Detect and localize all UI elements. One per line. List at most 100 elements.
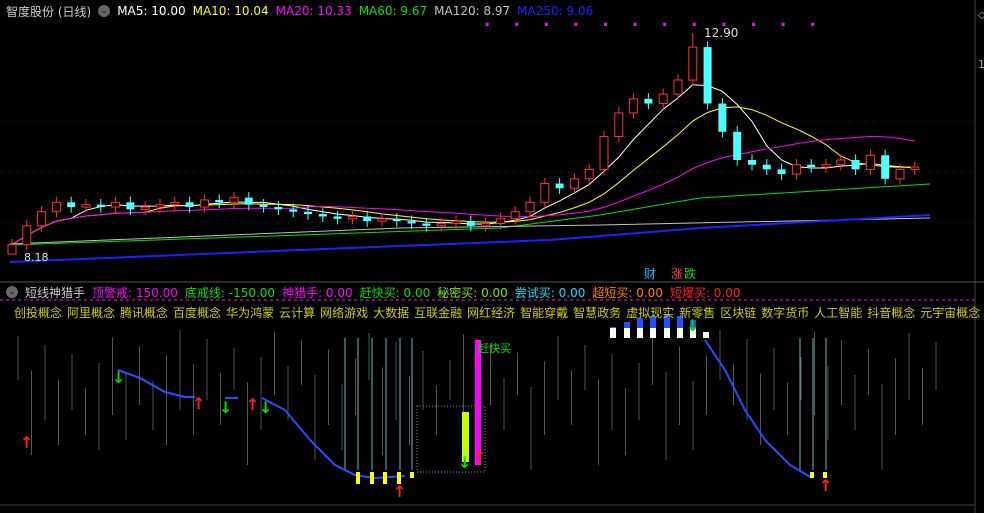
svg-text:↓: ↓ <box>259 398 272 417</box>
concept-tag[interactable]: 虚拟现实 <box>626 304 674 321</box>
indicator-value: 底戒线: -150.00 <box>184 285 276 300</box>
candle-body <box>644 98 653 104</box>
candle-body <box>126 202 135 210</box>
indicator-title: 短线神猎手 <box>25 285 86 300</box>
concept-tag[interactable]: 互联金融 <box>414 304 462 321</box>
concept-tag[interactable]: 抖音概念 <box>867 304 915 321</box>
indicator-header: ⌄ 短线神猎手 顶警戒: 150.00 底戒线: -150.00 神猎手: 0.00… <box>6 283 741 301</box>
svg-text:↑: ↑ <box>393 482 406 501</box>
signal-dot <box>811 23 815 26</box>
concept-tag[interactable]: 创投概念 <box>14 304 62 321</box>
concept-tag[interactable]: 区块链 <box>720 304 756 321</box>
candle-body <box>718 103 727 132</box>
chart-canvas[interactable]: ◇ 12 12.90 8.18 财 涨 跌 ↑↓ ↑↓ ↑↓ ↑↓ ↑↓ ↑ 赶… <box>0 0 984 513</box>
candle-body <box>81 204 91 208</box>
signal-dot <box>692 23 696 26</box>
candle-body <box>733 131 742 160</box>
concept-tag[interactable]: 网络游戏 <box>320 304 368 321</box>
svg-text:↑: ↑ <box>819 476 832 495</box>
signal-dot <box>604 23 607 26</box>
concept-tag[interactable]: 智慧政务 <box>573 304 621 321</box>
candle-body <box>259 204 268 208</box>
candle-body <box>347 215 357 220</box>
signal-dot <box>633 23 637 26</box>
indicator-bar <box>624 328 630 338</box>
chevron-down-icon[interactable]: ⌄ <box>6 286 18 298</box>
signal-dot <box>781 23 785 26</box>
candle-body <box>304 211 312 215</box>
indicator-value: 尝试买: 0.00 <box>514 285 586 300</box>
candle-body <box>140 206 150 210</box>
candle-body <box>599 135 609 170</box>
ma20-line <box>11 135 915 246</box>
candle-body <box>895 168 905 180</box>
candle-body <box>289 209 298 212</box>
candle-body <box>865 154 875 170</box>
concept-tag[interactable]: 云计算 <box>279 304 315 321</box>
concept-tag[interactable]: 数字货币 <box>761 304 809 321</box>
buy-signal-label: 赶快买 <box>478 341 511 355</box>
indicator-bar <box>664 328 670 338</box>
concept-tag[interactable]: 大数据 <box>373 304 409 321</box>
candle-body <box>436 222 446 227</box>
concept-tag[interactable]: 阿里概念 <box>67 304 115 321</box>
diamond-icon: ◇ <box>978 10 984 21</box>
candle-body <box>422 223 431 226</box>
candle-body <box>111 201 121 208</box>
concept-tag[interactable]: 人工智能 <box>814 304 862 321</box>
candle-body <box>170 201 180 206</box>
candle-body <box>658 93 668 105</box>
indicator-value: 神猎手: 0.00 <box>282 285 353 300</box>
candle-body <box>614 112 624 137</box>
candle-body <box>881 155 890 179</box>
concept-tag[interactable]: 腾讯概念 <box>120 304 168 321</box>
concept-tag[interactable]: 新零售 <box>679 304 715 321</box>
finance-event-marker[interactable]: 财 <box>644 267 656 281</box>
candle-body <box>836 159 846 166</box>
candle-body <box>481 222 491 227</box>
candle-body <box>229 197 239 203</box>
candle-body <box>377 218 387 222</box>
candle-body <box>451 220 461 224</box>
svg-text:↑: ↑ <box>246 395 259 414</box>
candle-body <box>51 201 61 213</box>
concept-tag[interactable]: 智能穿戴 <box>520 304 568 321</box>
concept-tags: 创投概念 阿里概念 腾讯概念 百度概念 华为鸿蒙 云计算 网络游戏 大数据 互联金融 网红经济 智能… <box>14 304 984 321</box>
candle-body <box>777 169 786 175</box>
candle-body <box>274 207 283 210</box>
candle-body <box>910 166 920 170</box>
indicator-bar <box>637 328 643 338</box>
signal-dot <box>515 23 519 26</box>
indicator-value: 超短买: 0.00 <box>592 285 663 300</box>
candle-body <box>37 211 47 227</box>
candle-body <box>762 164 771 170</box>
concept-tag[interactable]: 元宇宙概念 <box>920 304 980 321</box>
high-price-label: 12.90 <box>704 26 738 40</box>
candle-body <box>821 164 831 168</box>
svg-text:↓: ↓ <box>112 368 125 387</box>
fall-event-marker[interactable]: 跌 <box>684 266 696 281</box>
candle-body <box>363 216 372 222</box>
candle-body <box>244 197 253 205</box>
concept-tag[interactable]: 华为鸿蒙 <box>226 304 274 321</box>
candle-body <box>569 178 579 189</box>
concept-tag[interactable]: 网红经济 <box>467 304 515 321</box>
candle-body <box>540 183 550 203</box>
concept-tag[interactable]: 百度概念 <box>173 304 221 321</box>
svg-text:↓: ↓ <box>219 398 232 417</box>
candle-body <box>629 98 639 114</box>
signal-dot <box>574 23 578 26</box>
indicator-bar <box>650 328 656 338</box>
candle-body <box>525 201 535 213</box>
candle-body <box>555 183 564 189</box>
svg-text:↑: ↑ <box>192 394 205 413</box>
candle-body <box>688 46 698 81</box>
candle-body <box>495 218 505 224</box>
rise-event-marker[interactable]: 涨 <box>671 266 683 281</box>
candle-body <box>199 199 209 208</box>
candle-body <box>703 47 712 104</box>
indicator-value: 顶警戒: 150.00 <box>92 285 178 300</box>
indicator-bar <box>703 332 709 338</box>
candle-body <box>851 159 860 170</box>
indicator-bar <box>677 328 683 338</box>
